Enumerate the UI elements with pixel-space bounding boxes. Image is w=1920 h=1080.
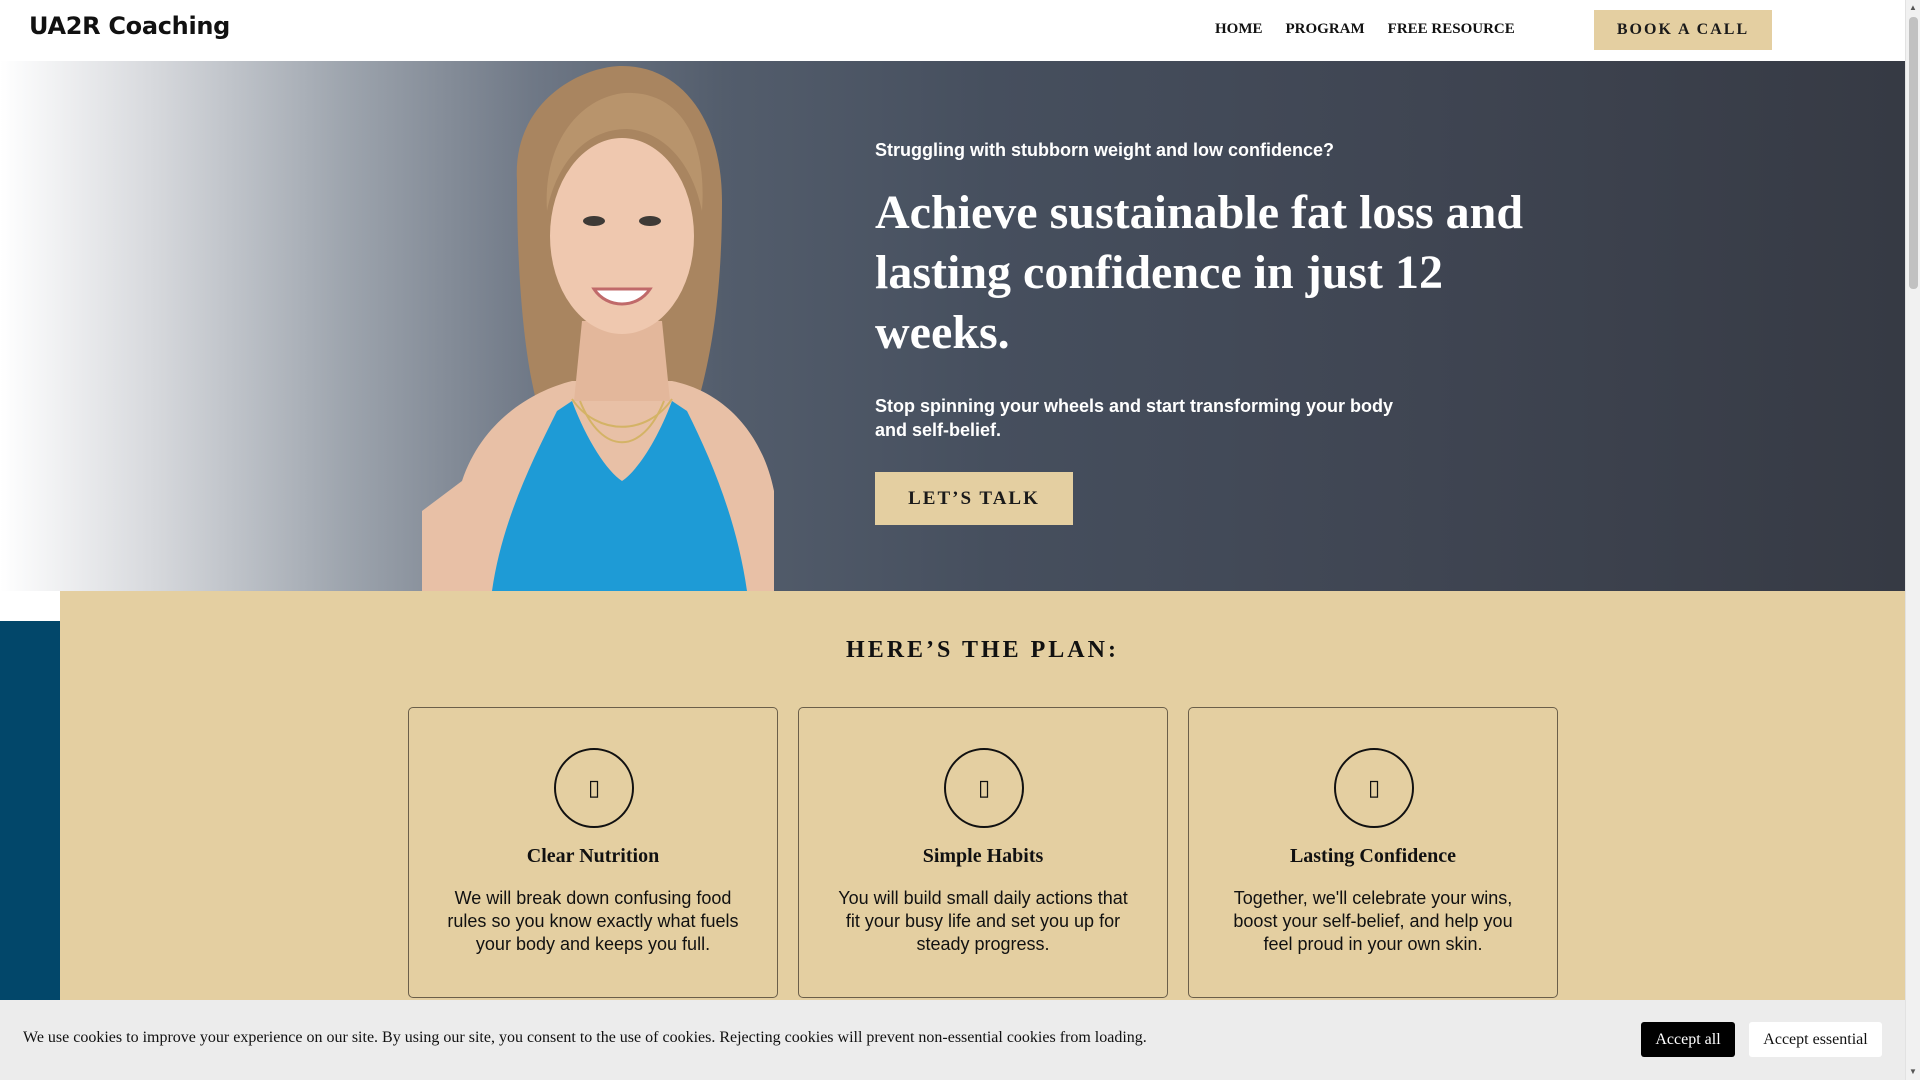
plan-title: HERE’S THE PLAN: bbox=[846, 637, 1119, 663]
nutrition-icon: ▯ bbox=[554, 748, 634, 828]
site-logo[interactable]: UA2R Coaching bbox=[29, 12, 230, 40]
lets-talk-button[interactable]: LET’S TALK bbox=[875, 472, 1073, 525]
scrollbar-thumb[interactable] bbox=[1909, 17, 1918, 289]
hero-title: Achieve sustainable fat loss and lasting… bbox=[875, 186, 1524, 359]
page-scrollbar[interactable]: ▲ ▼ bbox=[1905, 0, 1920, 1080]
book-a-call-button[interactable]: BOOK A CALL bbox=[1594, 10, 1772, 50]
plan-card-nutrition: ▯ Clear Nutrition We will break down con… bbox=[408, 707, 778, 998]
cookie-text: We use cookies to improve your experienc… bbox=[23, 1029, 1147, 1046]
card-title: Lasting Confidence bbox=[1289, 845, 1457, 867]
site-header: UA2R Coaching HOME PROGRAM FREE RESOURCE… bbox=[0, 0, 1905, 61]
plan-card-habits: ▯ Simple Habits You will build small dai… bbox=[798, 707, 1168, 998]
habits-icon: ▯ bbox=[944, 748, 1024, 828]
card-text: Together, we'll celebrate your wins, boo… bbox=[1233, 888, 1513, 954]
card-text: You will build small daily actions that … bbox=[838, 888, 1128, 954]
cookie-banner: We use cookies to improve your experienc… bbox=[0, 1000, 1905, 1080]
hero-subtitle: Stop spinning your wheels and start tran… bbox=[875, 396, 1394, 440]
hero-section: Struggling with stubborn weight and low … bbox=[0, 61, 1905, 591]
accept-essential-button[interactable]: Accept essential bbox=[1749, 1022, 1882, 1057]
nav-free-resource[interactable]: FREE RESOURCE bbox=[1388, 21, 1515, 38]
nav-program[interactable]: PROGRAM bbox=[1286, 21, 1365, 38]
hero-kicker: Struggling with stubborn weight and low … bbox=[875, 140, 1334, 160]
coach-photo bbox=[422, 61, 774, 591]
plan-card-confidence: ▯ Lasting Confidence Together, we'll cel… bbox=[1188, 707, 1558, 998]
confidence-icon: ▯ bbox=[1334, 748, 1414, 828]
scroll-up-icon[interactable]: ▲ bbox=[1909, 3, 1917, 12]
accept-all-button[interactable]: Accept all bbox=[1641, 1022, 1735, 1057]
card-title: Clear Nutrition bbox=[526, 845, 660, 867]
card-title: Simple Habits bbox=[922, 845, 1044, 867]
main-nav: HOME PROGRAM FREE RESOURCE bbox=[1215, 21, 1515, 38]
nav-home[interactable]: HOME bbox=[1215, 21, 1263, 38]
coach-portrait-illustration bbox=[422, 66, 774, 591]
scroll-down-icon[interactable]: ▼ bbox=[1909, 1067, 1917, 1076]
card-text: We will break down confusing food rules … bbox=[447, 888, 739, 954]
